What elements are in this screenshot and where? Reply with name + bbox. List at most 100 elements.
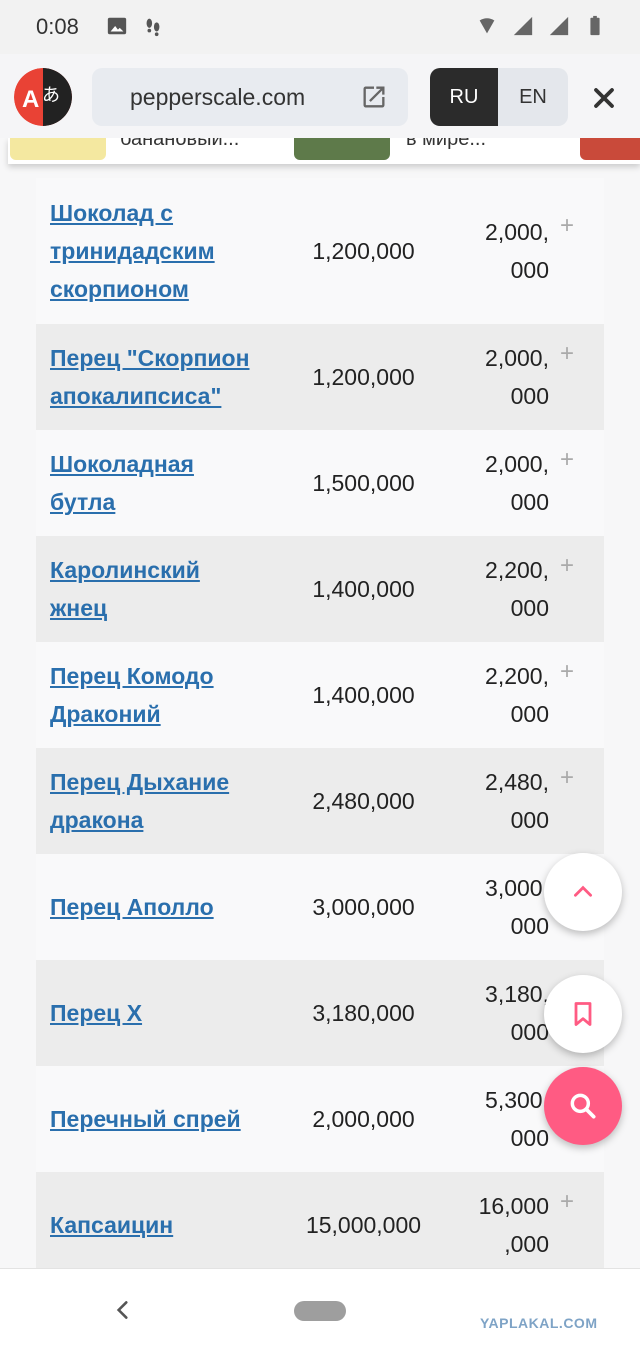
expand-row-icon[interactable]: +	[560, 658, 574, 686]
pepper-name-link[interactable]: Перец X	[36, 994, 296, 1032]
pepper-name-line: дракона	[50, 807, 144, 833]
pepper-name-line: апокалипсиса"	[50, 383, 222, 409]
url-text: pepperscale.com	[130, 84, 306, 110]
table-row: Каролинский жнец 1,400,000 2,200, 000 +	[36, 536, 604, 642]
shu-min: 1,400,000	[312, 575, 415, 602]
shu-max-line: 3,000,	[485, 875, 549, 901]
open-external-icon[interactable]	[360, 83, 388, 111]
pepper-name-line: Шоколадная	[50, 451, 194, 477]
signal-icon	[549, 16, 569, 36]
close-icon[interactable]	[588, 82, 620, 114]
carousel-item-text[interactable]: банановый...	[120, 138, 239, 151]
pepper-name-line: скорпионом	[50, 276, 189, 302]
pepper-name-link[interactable]: Перец Комодо Драконий	[36, 657, 296, 733]
table-row: Шоколад с тринидадским скорпионом 1,200,000…	[36, 178, 604, 324]
watermark: YAPLAKAL.COM	[480, 1315, 598, 1331]
shu-max: 2,000, 000	[431, 445, 561, 521]
shu-min: 3,180,000	[312, 999, 415, 1026]
expand-row-icon[interactable]: +	[560, 446, 574, 474]
shu-max-line: 000	[510, 595, 549, 621]
back-icon[interactable]	[110, 1297, 136, 1323]
translate-logo-icon[interactable]: A あ	[14, 68, 72, 126]
image-icon	[107, 17, 127, 35]
status-left-icons	[106, 15, 164, 37]
table-row: Перец Комодо Драконий 1,400,000 2,200, 000 +	[36, 642, 604, 748]
expand-row-icon[interactable]: +	[560, 1188, 574, 1216]
shu-max: 2,200, 000	[431, 551, 561, 627]
shu-max-line: 2,000,	[485, 219, 549, 245]
pepper-name-link[interactable]: Перец Аполло	[36, 888, 296, 926]
svg-text:あ: あ	[42, 85, 60, 106]
carousel-item-text[interactable]: в мире...	[406, 138, 486, 151]
pepper-name-link[interactable]: Перец "Скорпион апокалипсиса"	[36, 339, 296, 415]
pepper-name-link[interactable]: Шоколадная бутла	[36, 445, 296, 521]
pepper-name-line: Каролинский	[50, 557, 200, 583]
shu-max-line: 000	[510, 1125, 549, 1151]
pepper-name-line: Перец Комодо	[50, 663, 214, 689]
pepper-name-line: бутла	[50, 489, 116, 515]
table-row: Перец X3,180,0003,180,000+	[36, 960, 604, 1066]
chevron-up-icon	[574, 885, 592, 897]
pepper-name-line: Перец X	[50, 1000, 143, 1026]
expand-row-icon[interactable]: +	[560, 764, 574, 792]
scroll-top-button[interactable]	[544, 853, 622, 931]
pepper-name-line: Перец "Скорпион	[50, 345, 250, 371]
related-carousel[interactable]: банановый... в мире...	[8, 138, 640, 164]
expand-row-icon[interactable]: +	[560, 340, 574, 368]
table-row: Перец Аполло3,000,0003,000,000+	[36, 854, 604, 960]
pepper-name-line: Драконий	[50, 701, 161, 727]
expand-row-icon[interactable]: +	[560, 552, 574, 580]
pepper-name-link[interactable]: Шоколад с тринидадским скорпионом	[36, 194, 296, 308]
home-button[interactable]	[294, 1301, 346, 1321]
language-toggle[interactable]: RU EN	[430, 68, 568, 126]
shu-max-line: 000	[510, 489, 549, 515]
bookmark-icon	[574, 1002, 592, 1026]
carousel-thumbnail[interactable]	[294, 138, 390, 160]
shu-min: 1,400,000	[312, 681, 415, 708]
table-row: Шоколадная бутла 1,500,000 2,000, 000 +	[36, 430, 604, 536]
pepper-name-link[interactable]: Капсаицин	[36, 1206, 296, 1244]
shu-max: 2,200, 000	[431, 657, 561, 733]
expand-row-icon[interactable]: +	[560, 212, 574, 240]
svg-text:A: A	[22, 86, 39, 113]
status-bar: 0:08	[0, 0, 640, 54]
pepper-name-link[interactable]: Перечный спрей	[36, 1100, 296, 1138]
shu-max: 2,480, 000	[431, 763, 561, 839]
pepper-name-link[interactable]: Перец Дыхание дракона	[36, 763, 296, 839]
pepper-name-line: Перец Аполло	[50, 894, 214, 920]
url-field[interactable]: pepperscale.com	[92, 68, 408, 126]
shu-max-line: 000	[510, 913, 549, 939]
carousel-thumbnail[interactable]	[10, 138, 106, 160]
shu-min: 2,000,000	[312, 1105, 415, 1132]
bookmark-button[interactable]	[544, 975, 622, 1053]
shu-min: 3,000,000	[312, 893, 415, 920]
shu-max-line: 000	[510, 257, 549, 283]
footprints-icon	[146, 18, 160, 37]
lang-en-button[interactable]: EN	[498, 68, 568, 126]
shu-max-line: 000	[510, 1019, 549, 1045]
shu-max-line: 000	[510, 383, 549, 409]
translate-bar: A あ pepperscale.com RU EN	[0, 54, 640, 138]
search-button[interactable]	[544, 1067, 622, 1145]
shu-max-line: 3,180,	[485, 981, 549, 1007]
battery-icon	[590, 15, 600, 36]
pepper-name-link[interactable]: Каролинский жнец	[36, 551, 296, 627]
pepper-table: Шоколад с тринидадским скорпионом 1,200,000…	[36, 178, 604, 1268]
shu-max: 3,000, 000	[431, 869, 561, 945]
shu-max-line: 2,000,	[485, 345, 549, 371]
status-right-icons	[476, 15, 606, 37]
shu-max-line: 2,200,	[485, 663, 549, 689]
wifi-icon	[479, 18, 495, 34]
shu-max: 2,000, 000	[431, 339, 561, 415]
shu-min: 1,200,000	[312, 363, 415, 390]
pepper-name-line: Шоколад с	[50, 200, 174, 226]
shu-max: 5,300, 000	[431, 1081, 561, 1157]
pepper-name-line: жнец	[50, 595, 108, 621]
shu-min: 1,500,000	[312, 469, 415, 496]
table-row: Перечный спрей2,000,0005,300,000+	[36, 1066, 604, 1172]
shu-max: 2,000, 000	[431, 213, 561, 289]
lang-ru-button[interactable]: RU	[430, 68, 498, 126]
carousel-thumbnail[interactable]	[580, 138, 640, 160]
shu-min: 2,480,000	[312, 787, 415, 814]
shu-max-line: 2,480,	[485, 769, 549, 795]
